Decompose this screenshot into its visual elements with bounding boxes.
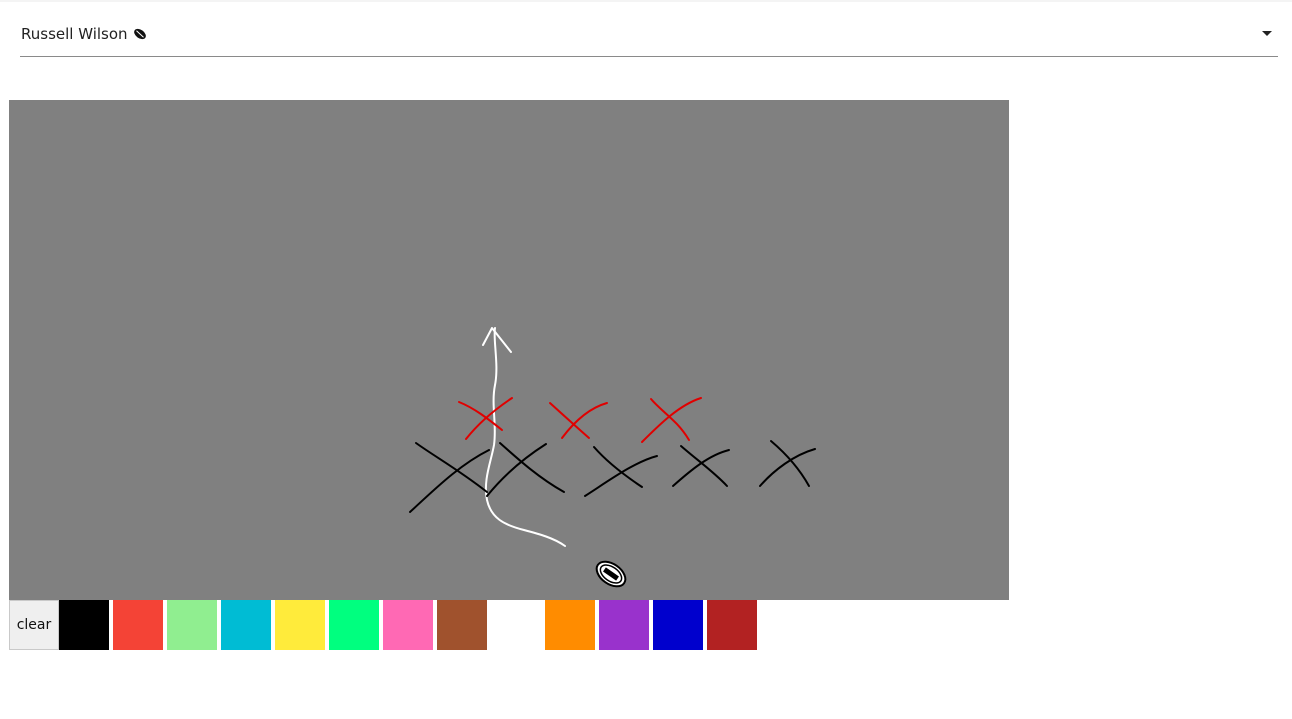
color-swatch-blue[interactable] bbox=[653, 600, 703, 650]
color-swatch-white[interactable] bbox=[491, 600, 541, 650]
color-swatch-light-green[interactable] bbox=[167, 600, 217, 650]
drawing-canvas[interactable] bbox=[9, 100, 1009, 600]
drawing-surface[interactable] bbox=[9, 100, 1009, 600]
color-swatch-orange[interactable] bbox=[545, 600, 595, 650]
chevron-down-icon[interactable] bbox=[1262, 31, 1272, 36]
color-swatch-black[interactable] bbox=[59, 600, 109, 650]
color-swatch-yellow[interactable] bbox=[275, 600, 325, 650]
clear-button[interactable]: clear bbox=[9, 600, 59, 650]
football-icon[interactable] bbox=[592, 557, 630, 592]
color-swatch-spring-green[interactable] bbox=[329, 600, 379, 650]
player-select-value: Russell Wilson bbox=[21, 25, 148, 43]
top-border bbox=[0, 0, 1292, 2]
color-swatch-purple[interactable] bbox=[599, 600, 649, 650]
color-swatch-pink[interactable] bbox=[383, 600, 433, 650]
route-arrow-stroke bbox=[482, 327, 566, 547]
color-swatch-brown[interactable] bbox=[437, 600, 487, 650]
football-icon bbox=[133, 28, 146, 40]
player-select[interactable]: Russell Wilson bbox=[20, 14, 1278, 57]
color-swatch-cyan[interactable] bbox=[221, 600, 271, 650]
color-swatch-red[interactable] bbox=[113, 600, 163, 650]
color-palette: clear bbox=[9, 600, 757, 650]
player-name: Russell Wilson bbox=[21, 25, 128, 43]
offense-marks bbox=[409, 440, 816, 513]
color-swatch-firebrick[interactable] bbox=[707, 600, 757, 650]
